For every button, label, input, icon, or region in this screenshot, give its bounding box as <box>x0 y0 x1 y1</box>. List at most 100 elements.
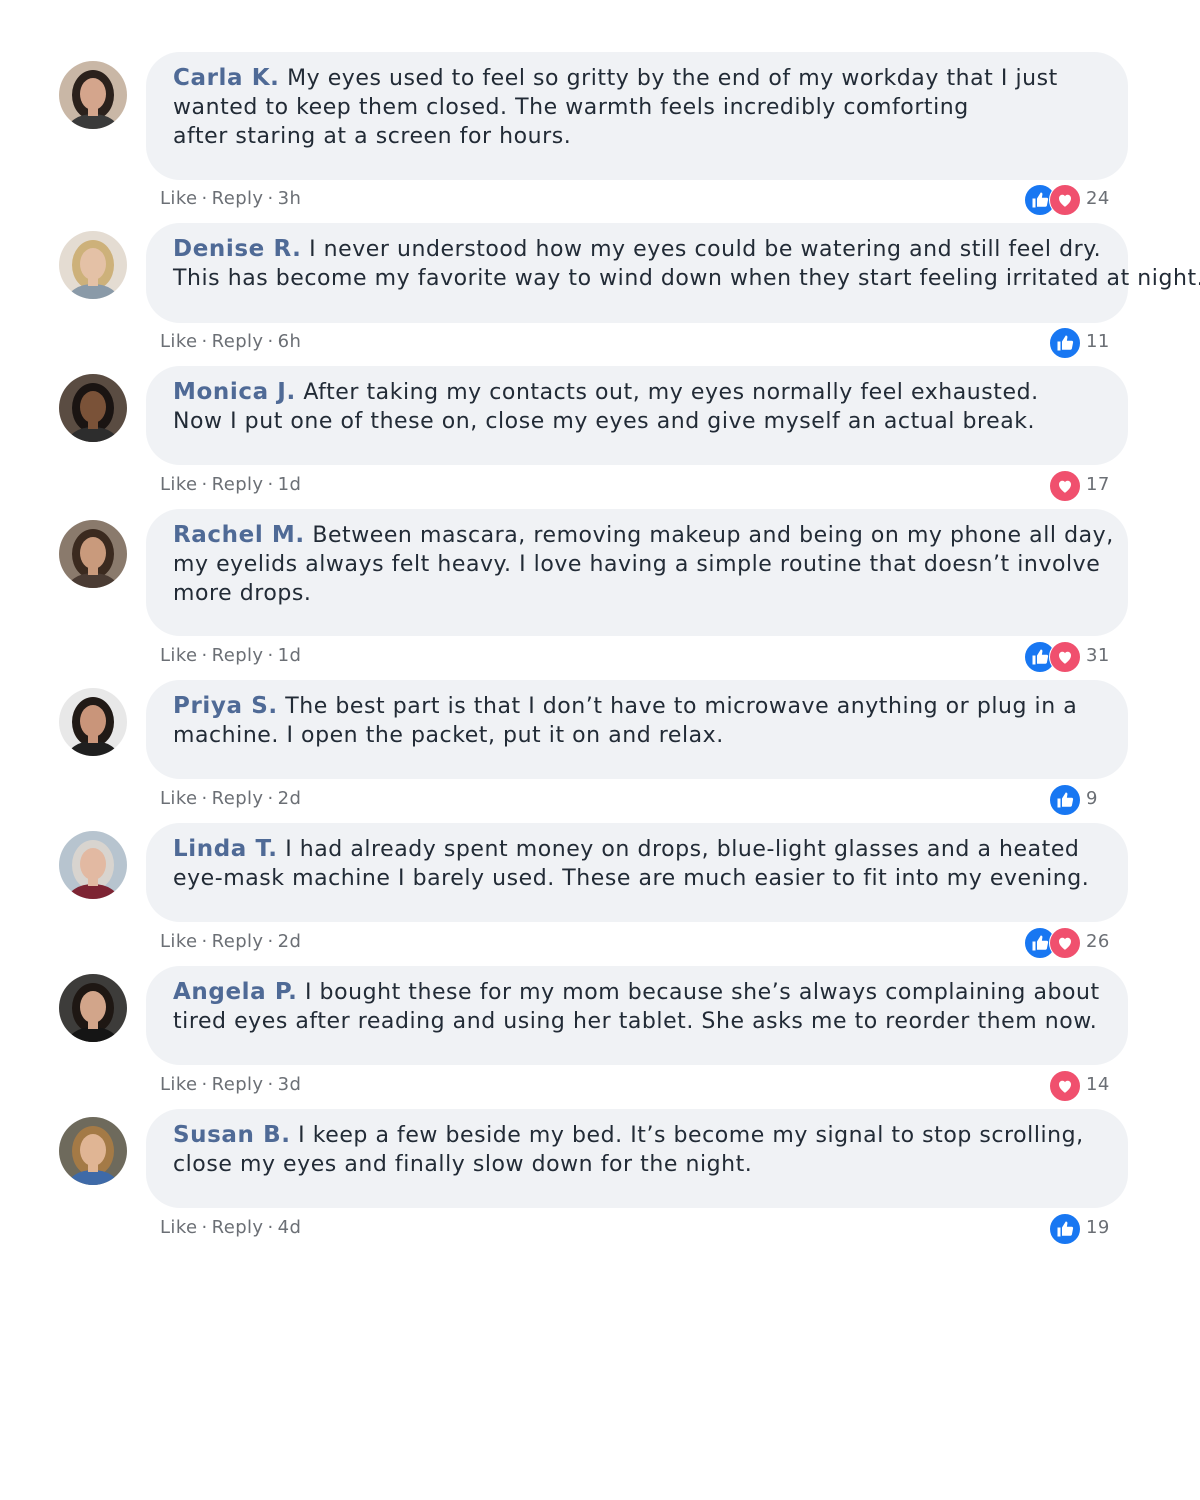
comment-bubble: Susan B. I keep a few beside my bed. It’… <box>146 1109 1128 1208</box>
like-link[interactable]: Like <box>160 1217 198 1238</box>
comment-author[interactable]: Angela P. <box>173 979 297 1005</box>
reaction-icons <box>1024 927 1081 959</box>
comment-line: Now I put one of these on, close my eyes… <box>173 407 1101 436</box>
comment-line: Monica J. After taking my contacts out, … <box>173 378 1101 407</box>
reaction-count: 17 <box>1086 474 1110 495</box>
comment-line-text: I never understood how my eyes could be … <box>309 237 1102 262</box>
comment-author[interactable]: Carla K. <box>173 65 280 91</box>
reaction-summary[interactable]: 19 <box>1022 1213 1112 1245</box>
reply-link[interactable]: Reply <box>212 1074 264 1095</box>
separator: · <box>267 1074 274 1095</box>
reaction-summary[interactable]: 24 <box>1022 184 1112 216</box>
separator: · <box>201 645 208 666</box>
comment-actions: Like · Reply · 2d <box>160 931 301 952</box>
comment-text: Monica J. After taking my contacts out, … <box>173 378 1101 436</box>
comment-line: after staring at a screen for hours. <box>173 122 1101 151</box>
reaction-icons <box>1049 1213 1081 1245</box>
heart-icon <box>1049 184 1081 216</box>
comment-line: my eyelids always felt heavy. I love hav… <box>173 550 1101 579</box>
separator: · <box>267 645 274 666</box>
reply-link[interactable]: Reply <box>212 474 264 495</box>
comment-line-text: I bought these for my mom because she’s … <box>304 980 1100 1005</box>
comment-author[interactable]: Monica J. <box>173 379 296 405</box>
comment-actions: Like · Reply · 3h <box>160 188 301 209</box>
comment-text: Carla K. My eyes used to feel so gritty … <box>173 64 1101 151</box>
avatar[interactable] <box>59 831 127 899</box>
reply-link[interactable]: Reply <box>212 331 264 352</box>
comment-line: This has become my favorite way to wind … <box>173 264 1200 293</box>
comment-author[interactable]: Susan B. <box>173 1122 291 1148</box>
comment-bubble: Denise R. I never understood how my eyes… <box>146 223 1200 323</box>
avatar[interactable] <box>59 1117 127 1185</box>
comment-bubble: Angela P. I bought these for my mom beca… <box>146 966 1128 1065</box>
comment-timestamp[interactable]: 1d <box>278 474 302 495</box>
like-link[interactable]: Like <box>160 331 198 352</box>
like-link[interactable]: Like <box>160 188 198 209</box>
comment-text: Linda T. I had already spent money on dr… <box>173 835 1101 893</box>
comment-text: Denise R. I never understood how my eyes… <box>173 235 1200 293</box>
reaction-count: 9 <box>1086 788 1098 809</box>
comment-author[interactable]: Rachel M. <box>173 522 305 548</box>
reply-link[interactable]: Reply <box>212 1217 264 1238</box>
reaction-summary[interactable]: 26 <box>1022 927 1112 959</box>
reaction-icons <box>1049 1070 1081 1102</box>
avatar[interactable] <box>59 974 127 1042</box>
like-link[interactable]: Like <box>160 788 198 809</box>
separator: · <box>267 931 274 952</box>
reaction-summary[interactable]: 31 <box>1022 641 1112 673</box>
reply-link[interactable]: Reply <box>212 645 264 666</box>
heart-icon <box>1049 470 1081 502</box>
comment-timestamp[interactable]: 2d <box>278 931 302 952</box>
reply-link[interactable]: Reply <box>212 931 264 952</box>
comment-line-text: The best part is that I don’t have to mi… <box>285 694 1078 719</box>
comment-timestamp[interactable]: 2d <box>278 788 302 809</box>
comment-line-text: eye-mask machine I barely used. These ar… <box>173 866 1090 891</box>
comment-line: Denise R. I never understood how my eyes… <box>173 235 1101 264</box>
comment-line-text: Between mascara, removing makeup and bei… <box>312 523 1114 548</box>
comment-actions: Like · Reply · 2d <box>160 788 301 809</box>
like-link[interactable]: Like <box>160 1074 198 1095</box>
comment-timestamp[interactable]: 1d <box>278 645 302 666</box>
reply-link[interactable]: Reply <box>212 788 264 809</box>
comment-timestamp[interactable]: 3h <box>278 188 302 209</box>
comment-timestamp[interactable]: 3d <box>278 1074 302 1095</box>
reaction-summary[interactable]: 11 <box>1022 327 1112 359</box>
comment-author[interactable]: Priya S. <box>173 693 278 719</box>
avatar[interactable] <box>59 374 127 442</box>
avatar[interactable] <box>59 688 127 756</box>
separator: · <box>201 331 208 352</box>
heart-icon <box>1049 1070 1081 1102</box>
avatar[interactable] <box>59 61 127 129</box>
reaction-summary[interactable]: 17 <box>1022 470 1112 502</box>
comment-author[interactable]: Denise R. <box>173 236 302 262</box>
separator: · <box>201 188 208 209</box>
heart-icon <box>1049 927 1081 959</box>
comment-line-text: Now I put one of these on, close my eyes… <box>173 409 1036 434</box>
comment-author[interactable]: Linda T. <box>173 836 278 862</box>
like-icon <box>1049 784 1081 816</box>
comment-line-text: My eyes used to feel so gritty by the en… <box>287 66 1058 91</box>
comment-line: Linda T. I had already spent money on dr… <box>173 835 1101 864</box>
reply-link[interactable]: Reply <box>212 188 264 209</box>
avatar[interactable] <box>59 231 127 299</box>
comment-timestamp[interactable]: 6h <box>278 331 302 352</box>
comment-line-text: tired eyes after reading and using her t… <box>173 1009 1098 1034</box>
like-link[interactable]: Like <box>160 931 198 952</box>
comment-bubble: Priya S. The best part is that I don’t h… <box>146 680 1128 779</box>
comment-timestamp[interactable]: 4d <box>278 1217 302 1238</box>
like-link[interactable]: Like <box>160 645 198 666</box>
reaction-count: 14 <box>1086 1074 1110 1095</box>
avatar[interactable] <box>59 520 127 588</box>
comment-line-text: After taking my contacts out, my eyes no… <box>303 380 1039 405</box>
comment-line-text: This has become my favorite way to wind … <box>173 266 1200 291</box>
comment-line: tired eyes after reading and using her t… <box>173 1007 1101 1036</box>
reaction-summary[interactable]: 14 <box>1022 1070 1112 1102</box>
comment-actions: Like · Reply · 6h <box>160 331 301 352</box>
like-link[interactable]: Like <box>160 474 198 495</box>
reaction-icons <box>1024 641 1081 673</box>
reaction-count: 19 <box>1086 1217 1110 1238</box>
reaction-count: 26 <box>1086 931 1110 952</box>
reaction-count: 11 <box>1086 331 1110 352</box>
comment-actions: Like · Reply · 1d <box>160 645 301 666</box>
reaction-summary[interactable]: 9 <box>1022 784 1112 816</box>
